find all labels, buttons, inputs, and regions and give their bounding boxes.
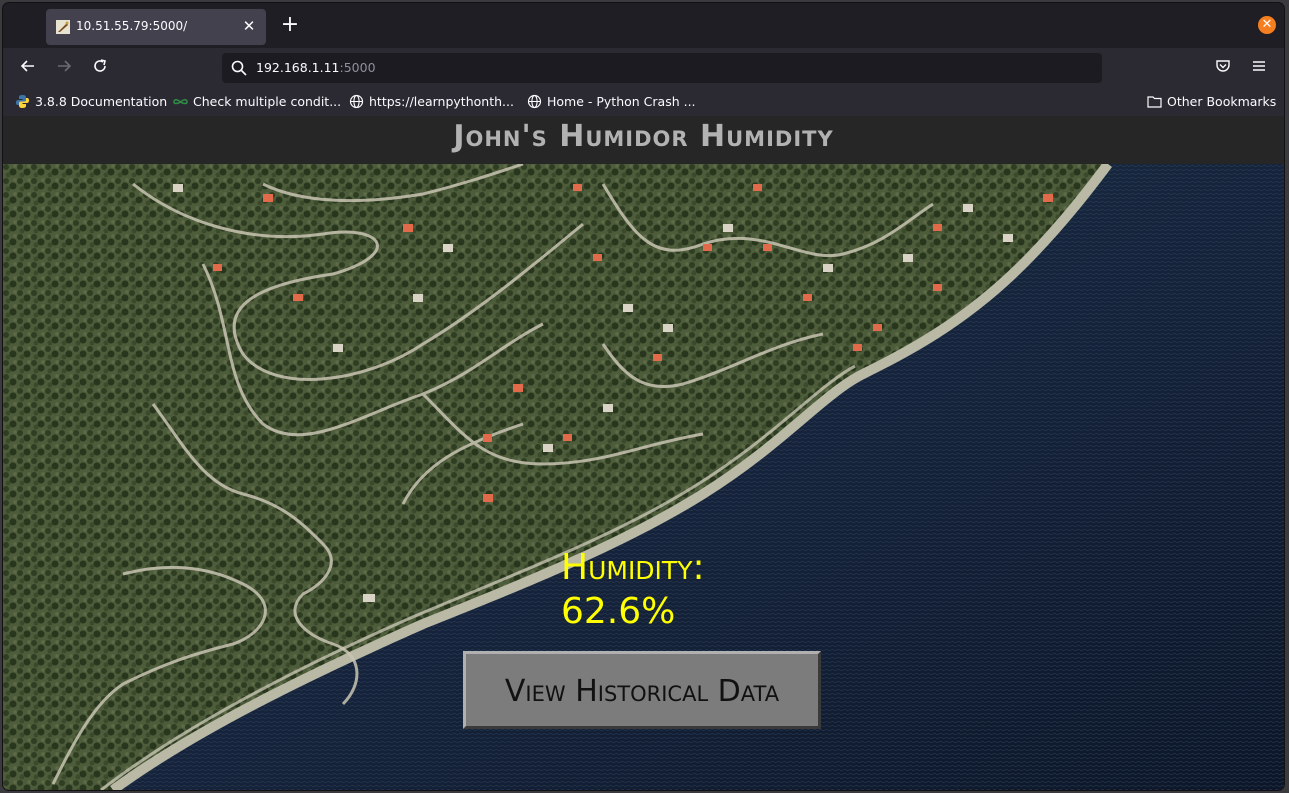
hamburger-menu-icon	[1253, 61, 1265, 71]
forward-arrow-icon	[58, 60, 72, 72]
bookmark-label: Home - Python Crash ...	[547, 94, 696, 109]
other-bookmarks-folder[interactable]: Other Bookmarks	[1147, 94, 1276, 109]
humidity-readout: Humidity: 62.6%	[561, 546, 705, 634]
bookmark-label: Check multiple condit...	[193, 94, 342, 109]
url-port: :5000	[339, 60, 376, 75]
reload-button[interactable]	[87, 56, 113, 82]
humidity-value: 62.6%	[561, 591, 676, 632]
tab-title: 10.51.55.79:5000/	[76, 19, 188, 33]
page-header: John's Humidor Humidity	[3, 116, 1284, 164]
new-tab-button[interactable]: +	[279, 14, 301, 36]
globe-icon	[349, 94, 364, 109]
url-host: 192.168.1.11	[256, 60, 340, 75]
globe-icon	[527, 94, 542, 109]
page-title: John's Humidor Humidity	[453, 119, 834, 154]
address-bar[interactable]: 192.168.1.11:5000	[222, 53, 1102, 83]
bookmark-item[interactable]: Check multiple condit...	[173, 94, 341, 109]
bookmark-item[interactable]: 3.8.8 Documentation	[15, 94, 167, 109]
bookmark-item[interactable]: Home - Python Crash ...	[527, 94, 696, 109]
forward-button[interactable]	[51, 56, 77, 82]
bookmark-label: https://learnpythonth...	[369, 94, 514, 109]
page-content: John's Humidor Humidity Humidity: 62.6% …	[3, 116, 1284, 790]
back-arrow-icon	[20, 60, 34, 72]
window-close-button[interactable]: ✕	[1258, 16, 1276, 34]
python-icon	[15, 94, 30, 109]
navigation-bar: 192.168.1.11:5000	[3, 48, 1284, 89]
tab-close-icon[interactable]: ✕	[240, 17, 258, 35]
view-historical-data-button[interactable]: View Historical Data	[463, 651, 821, 729]
site-favicon-icon	[56, 20, 70, 34]
menu-button[interactable]	[1246, 56, 1272, 82]
folder-icon	[1147, 94, 1162, 109]
bookmark-label: 3.8.8 Documentation	[35, 94, 168, 109]
bookmark-item[interactable]: https://learnpythonth...	[349, 94, 514, 109]
pocket-button[interactable]	[1210, 56, 1236, 82]
other-bookmarks-label: Other Bookmarks	[1167, 94, 1277, 109]
geeks-icon	[173, 94, 188, 109]
browser-window: 10.51.55.79:5000/ ✕ + ✕ 192.168.1.11:500…	[3, 3, 1284, 790]
reload-icon	[94, 59, 106, 72]
active-tab[interactable]: 10.51.55.79:5000/ ✕	[46, 9, 266, 45]
bookmarks-bar: 3.8.8 Documentation Check multiple condi…	[3, 89, 1284, 116]
search-icon	[231, 60, 247, 76]
back-button[interactable]	[15, 56, 41, 82]
humidity-label: Humidity:	[561, 547, 705, 588]
url-text: 192.168.1.11:5000	[256, 60, 376, 75]
pocket-icon	[1216, 60, 1230, 72]
tab-bar: 10.51.55.79:5000/ ✕ + ✕	[3, 3, 1284, 48]
